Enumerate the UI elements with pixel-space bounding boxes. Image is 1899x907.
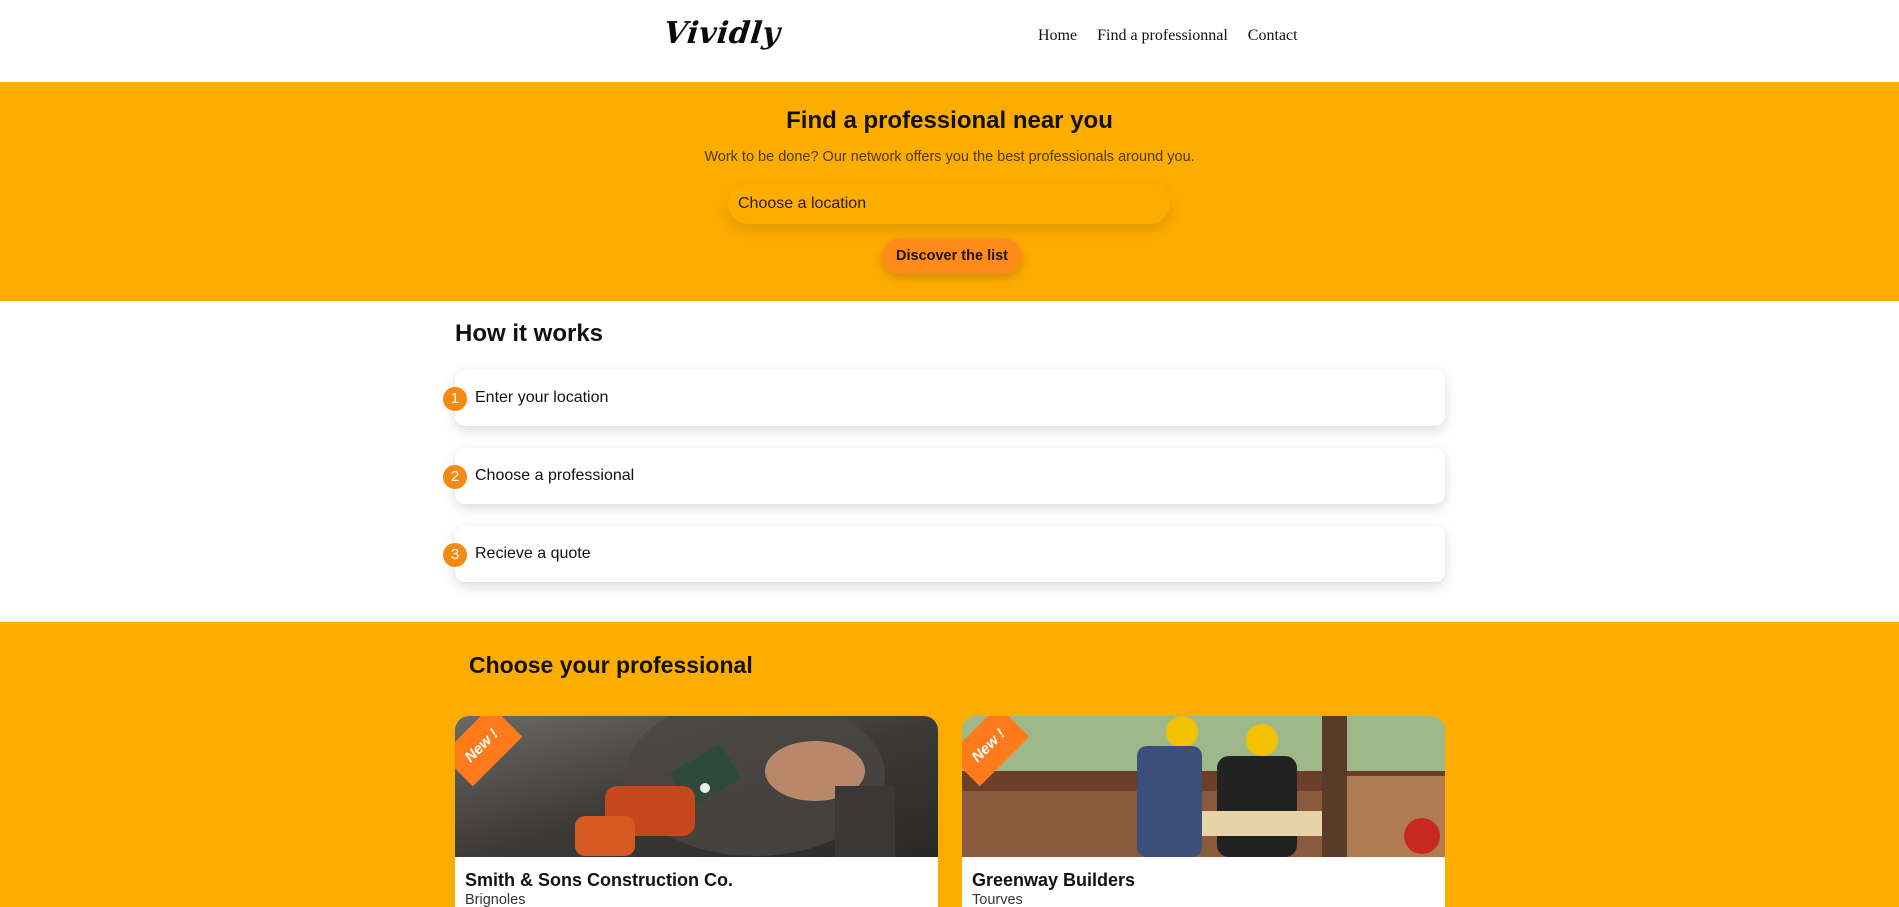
worker-drill-photo bbox=[455, 716, 938, 857]
brand-logo[interactable]: Vividly bbox=[662, 16, 782, 51]
professionals-section: Choose your professional New ! Smith & S… bbox=[0, 622, 1899, 907]
step-card-3: 3 Recieve a quote bbox=[443, 526, 1445, 582]
professional-city: Brignoles bbox=[465, 892, 526, 907]
nav-find-professional-link[interactable]: Find a professionnal bbox=[1097, 27, 1228, 45]
hero-subtitle: Work to be done? Our network offers you … bbox=[704, 149, 1195, 165]
how-it-works-title: How it works bbox=[455, 320, 604, 347]
hero-section: Find a professional near you Work to be … bbox=[0, 82, 1899, 301]
step-card-1: 1 Enter your location bbox=[443, 370, 1445, 426]
professional-name: Smith & Sons Construction Co. bbox=[465, 870, 733, 890]
nav-home-link[interactable]: Home bbox=[1038, 27, 1077, 45]
step-label: Choose a professional bbox=[475, 467, 635, 484]
step-label: Enter your location bbox=[475, 389, 609, 406]
nav-contact-link[interactable]: Contact bbox=[1248, 27, 1298, 45]
discover-list-button[interactable]: Discover the list bbox=[882, 238, 1023, 274]
professional-card-greenway[interactable]: New ! Greenway Builders Tourves bbox=[962, 716, 1445, 907]
hero-title: Find a professional near you bbox=[786, 107, 1113, 134]
step-label: Recieve a quote bbox=[475, 545, 591, 562]
location-input[interactable] bbox=[728, 184, 1170, 224]
main-nav: Home Find a professionnal Contact bbox=[1038, 27, 1298, 45]
step-number-badge: 3 bbox=[443, 543, 467, 567]
professionals-title: Choose your professional bbox=[469, 652, 753, 678]
site-header: Vividly Home Find a professionnal Contac… bbox=[0, 0, 1899, 82]
step-number-badge: 1 bbox=[443, 387, 467, 411]
professional-name: Greenway Builders bbox=[972, 870, 1136, 890]
professional-card-smith[interactable]: New ! Smith & Sons Construction Co. Brig… bbox=[455, 716, 938, 907]
step-number-badge: 2 bbox=[443, 465, 467, 489]
step-card-2: 2 Choose a professional bbox=[443, 448, 1445, 504]
builders-site-photo bbox=[962, 716, 1445, 857]
professional-city: Tourves bbox=[972, 892, 1023, 907]
